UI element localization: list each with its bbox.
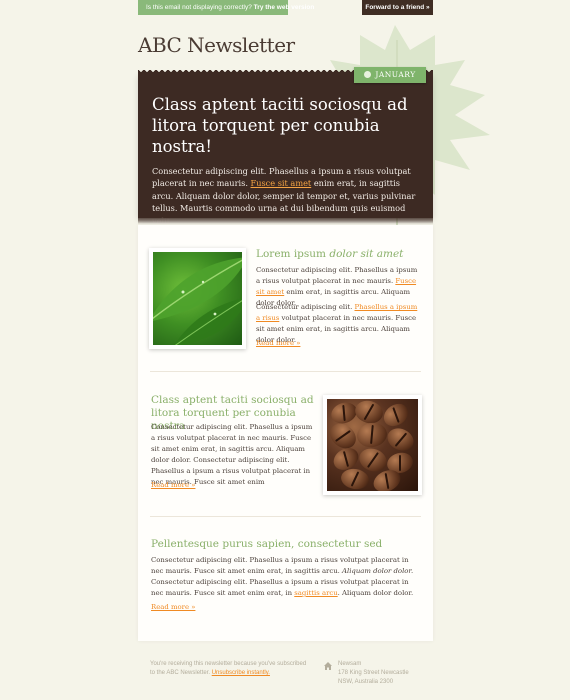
web-version-link[interactable]: Try the web version (254, 4, 315, 11)
footer-address-line-3: NSW, Australia 2300 (338, 679, 394, 685)
newsletter-logo: ABC Newsletter (138, 33, 295, 57)
web-version-bar: Is this email not displaying correctly? … (138, 0, 314, 15)
article3-link[interactable]: sagittis arcu (294, 589, 337, 597)
home-icon (324, 662, 332, 670)
article1-p2-text: Consectetur adipiscing elit. (256, 303, 355, 311)
forward-to-friend-link[interactable]: Forward to a friend » (362, 0, 433, 15)
hero-torn-edge (138, 216, 433, 224)
coffee-beans-photo (327, 399, 418, 491)
article1-title-italic: dolor sit amet (329, 248, 404, 260)
month-badge: JANUARY (354, 67, 426, 83)
article3-title: Pellentesque purus sapien, consectetur s… (151, 538, 383, 550)
month-badge-label: JANUARY (375, 70, 416, 79)
unsubscribe-link[interactable]: Unsubscribe instantly. (212, 670, 270, 676)
web-version-text: Is this email not displaying correctly? (146, 4, 252, 11)
footer-address: Newsam 178 King Street Newcastle NSW, Au… (338, 660, 409, 687)
article3-italic-text: Aliquam dolor dolor. (342, 567, 414, 575)
section-divider (150, 516, 421, 517)
article1-p1-text: Consectetur adipiscing elit. Phasellus a… (256, 266, 418, 285)
article3-read-more-link[interactable]: Read more » (151, 603, 195, 611)
coffee-photo-frame (323, 395, 422, 495)
article3-text-end: . Aliquam dolor dolor. (337, 589, 414, 597)
article1-title: Lorem ipsum dolor sit amet (256, 248, 426, 261)
article1-title-plain: Lorem ipsum (256, 248, 330, 260)
section-divider (150, 371, 421, 372)
content-card: Lorem ipsum dolor sit amet Consectetur a… (138, 225, 433, 641)
green-leaf-photo (153, 252, 242, 345)
footer-address-line-2: 178 King Street Newcastle (338, 670, 409, 676)
article3-paragraph: Consectetur adipiscing elit. Phasellus a… (151, 555, 423, 599)
article1-read-more-link[interactable]: Read more » (256, 339, 300, 347)
calendar-dot-icon (364, 71, 372, 78)
leaf-photo-frame (149, 248, 246, 349)
article2-read-more-link[interactable]: Read more » (151, 481, 195, 489)
hero-banner: JANUARY Class aptent taciti sociosqu ad … (138, 67, 433, 226)
article2-paragraph: Consectetur adipiscing elit. Phasellus a… (151, 423, 313, 486)
hero-headline: Class aptent taciti sociosqu ad litora t… (152, 95, 408, 156)
footer-address-line-1: Newsam (338, 661, 362, 667)
hero-body-link[interactable]: Fusce sit amet (251, 178, 312, 188)
footer-subscription-note: You're receiving this newsletter because… (150, 660, 310, 678)
